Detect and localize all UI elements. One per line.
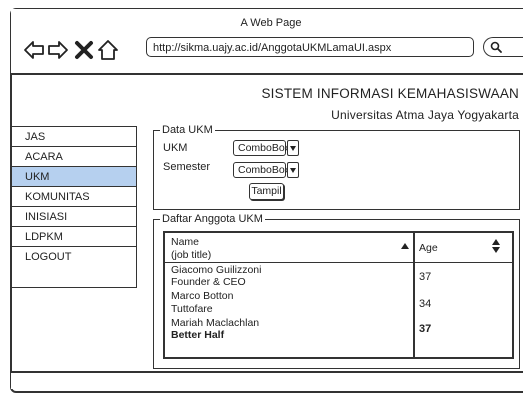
column-header-name-sub: (job title) xyxy=(171,249,212,261)
daftar-anggota-legend: Daftar Anggota UKM xyxy=(162,213,263,225)
home-icon[interactable] xyxy=(97,39,119,61)
members-table: Name (job title) Age Giacomo Guilizzoni … xyxy=(163,231,514,359)
tampil-button[interactable]: Tampil xyxy=(249,183,284,200)
row-age: 37 xyxy=(419,271,432,283)
stop-icon[interactable] xyxy=(73,39,95,61)
semester-dropdown-button[interactable] xyxy=(287,162,299,178)
sidebar-item-logout[interactable]: LOGOUT xyxy=(12,247,136,267)
system-title: SISTEM INFORMASI KEMAHASISWAAN xyxy=(261,86,519,101)
row-age: 34 xyxy=(419,298,432,310)
column-header-name-label: Name xyxy=(171,236,200,248)
ukm-dropdown-button[interactable] xyxy=(287,140,299,156)
sidebar-menu: JAS ACARA UKM KOMUNITAS INISIASI LDPKM L… xyxy=(11,126,137,288)
sidebar-item-ukm[interactable]: UKM xyxy=(12,167,136,187)
row-title: Tuttofare xyxy=(171,303,213,315)
column-header-age-label: Age xyxy=(419,242,438,254)
row-title: Better Half xyxy=(171,329,225,341)
sidebar-item-ldpkm[interactable]: LDPKM xyxy=(12,227,136,247)
forward-arrow-icon[interactable] xyxy=(47,39,69,61)
search-field[interactable] xyxy=(483,37,523,57)
row-name: Giacomo Guilizzoni xyxy=(171,264,262,276)
column-header-age[interactable]: Age xyxy=(414,233,514,263)
university-name: Universitas Atma Jaya Yogyakarta xyxy=(331,108,519,122)
column-divider xyxy=(413,233,415,359)
data-ukm-legend: Data UKM xyxy=(162,124,213,136)
chevron-down-icon xyxy=(290,146,296,151)
search-icon xyxy=(490,41,502,53)
semester-combobox[interactable]: ComboBox xyxy=(233,162,290,178)
semester-label: Semester xyxy=(163,161,211,173)
back-arrow-icon[interactable] xyxy=(23,39,45,61)
sidebar-item-acara[interactable]: ACARA xyxy=(12,147,136,167)
browser-chrome: A Web Page http://sikma.uajy.ac.id/Anggo… xyxy=(11,9,523,75)
column-header-name[interactable]: Name (job title) xyxy=(165,233,413,263)
ukm-combobox[interactable]: ComboBox xyxy=(233,140,290,156)
row-name: Marco Botton xyxy=(171,290,234,302)
ukm-label: UKM xyxy=(163,142,188,154)
sidebar-item-jas[interactable]: JAS xyxy=(12,127,136,147)
status-bar xyxy=(11,371,523,389)
sort-icon xyxy=(492,239,500,253)
chevron-down-icon xyxy=(290,168,296,173)
sidebar-item-komunitas[interactable]: KOMUNITAS xyxy=(12,187,136,207)
row-name: Mariah Maclachlan xyxy=(171,317,260,329)
row-age: 37 xyxy=(419,323,432,335)
sort-asc-icon xyxy=(401,243,409,249)
address-bar[interactable]: http://sikma.uajy.ac.id/AnggotaUKMLamaUI… xyxy=(146,37,474,57)
sidebar-item-inisiasi[interactable]: INISIASI xyxy=(12,207,136,227)
window-title: A Web Page xyxy=(240,17,302,29)
row-title: Founder & CEO xyxy=(171,276,246,288)
